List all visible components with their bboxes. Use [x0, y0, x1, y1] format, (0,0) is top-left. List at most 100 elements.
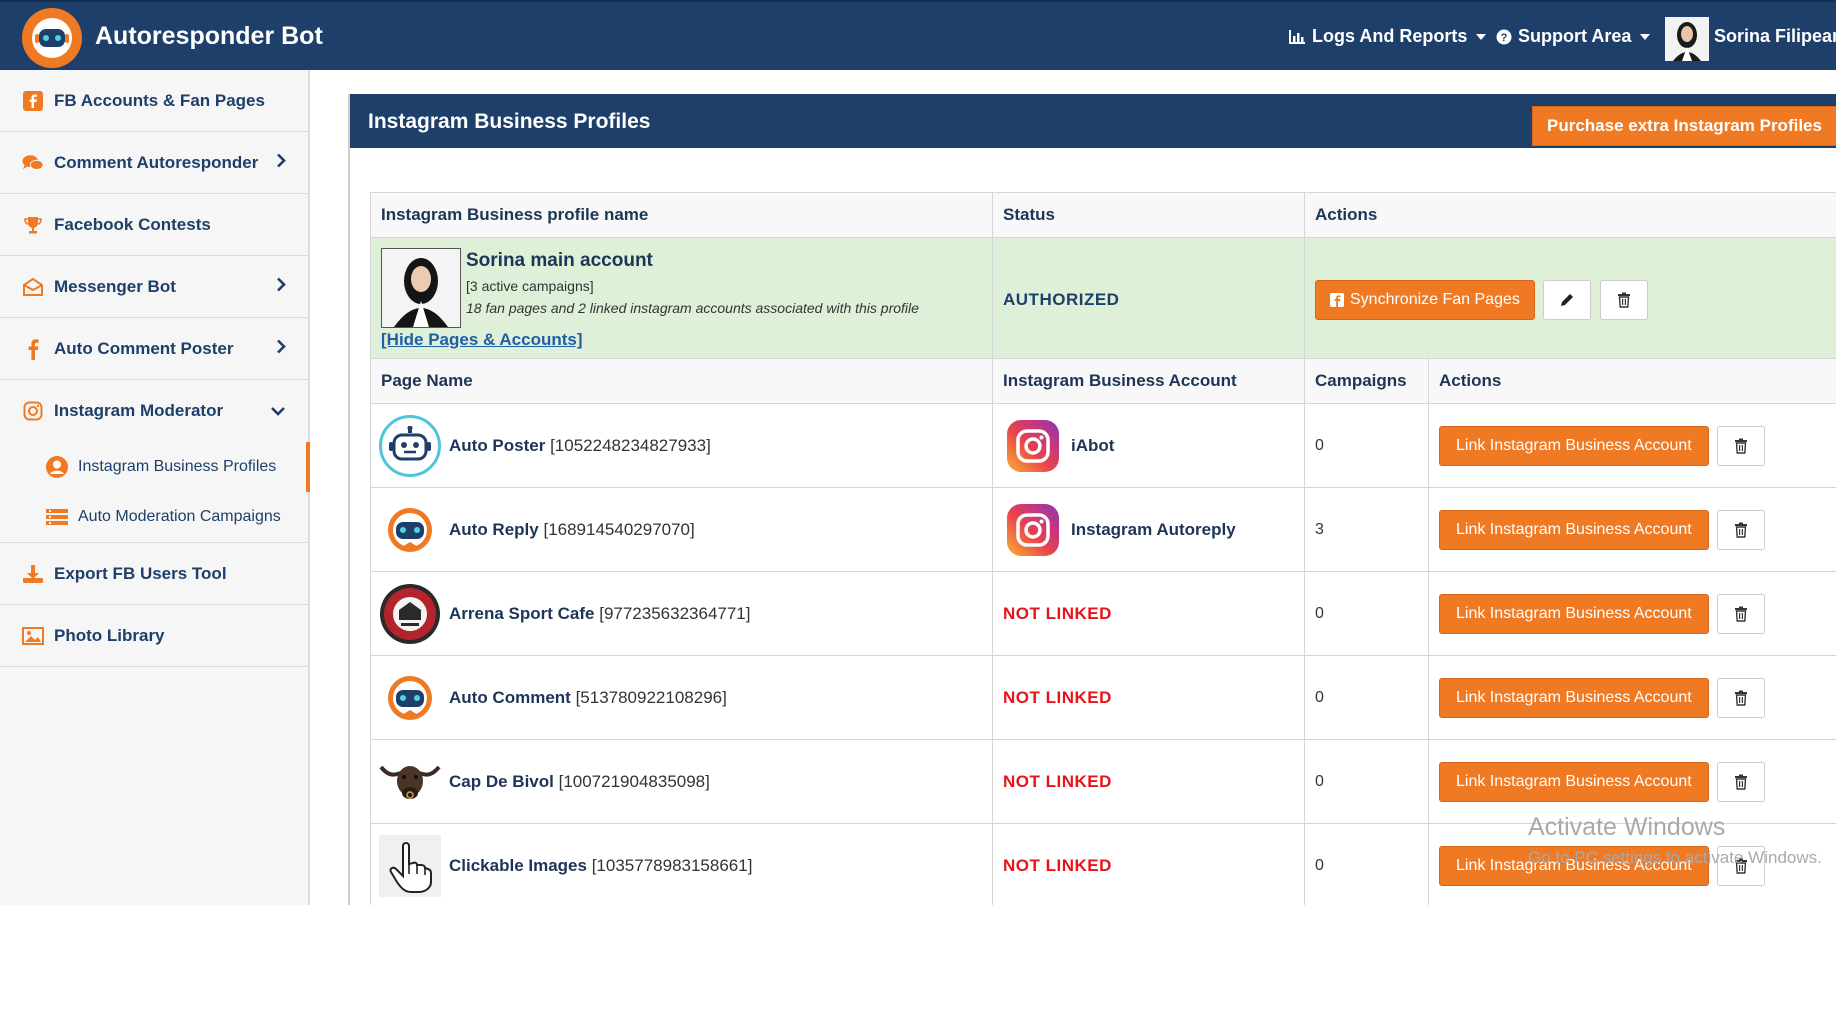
- page-name[interactable]: Clickable Images: [449, 856, 587, 875]
- page-id: [100721904835098]: [558, 771, 710, 791]
- activate-windows-subtitle: Go to PC settings to activate Windows.: [1528, 848, 1822, 867]
- link-instagram-button[interactable]: Link Instagram Business Account: [1439, 677, 1709, 718]
- sidebar-item-instagram-moderator[interactable]: Instagram Moderator: [0, 380, 308, 442]
- table-header-row: Instagram Business profile name Status A…: [370, 192, 1836, 238]
- sidebar-item-auto-comment-poster[interactable]: Auto Comment Poster: [0, 318, 308, 380]
- sync-label: Synchronize Fan Pages: [1350, 290, 1520, 308]
- column-header: Actions: [1428, 358, 1836, 404]
- svg-text:?: ?: [1501, 32, 1508, 44]
- page-name[interactable]: Auto Comment: [449, 688, 571, 707]
- delete-page-button[interactable]: [1717, 677, 1766, 718]
- campaigns-cell: 0: [1304, 571, 1429, 656]
- sidebar-item-label: Auto Comment Poster: [54, 338, 234, 358]
- ig-account-cell: NOT LINKED: [992, 571, 1305, 656]
- chevron-right-icon: [276, 152, 286, 173]
- status-badge: AUTHORIZED: [1003, 289, 1120, 309]
- sidebar-item-fb-accounts[interactable]: FB Accounts & Fan Pages: [0, 70, 308, 132]
- user-avatar[interactable]: [1665, 17, 1709, 61]
- chevron-down-icon: [270, 401, 286, 421]
- column-header: Campaigns: [1304, 358, 1429, 404]
- sidebar-item-label: Messenger Bot: [54, 276, 176, 296]
- ig-account-cell: NOT LINKED: [992, 655, 1305, 740]
- sidebar-item-label: Export FB Users Tool: [54, 563, 227, 583]
- page-name-cell: Auto Poster [1052248234827933]: [370, 403, 993, 488]
- synchronize-fan-pages-button[interactable]: Synchronize Fan Pages: [1315, 279, 1535, 320]
- trash-icon: [1735, 438, 1748, 454]
- app-title[interactable]: Autoresponder Bot: [95, 22, 323, 51]
- row-actions-cell: Link Instagram Business Account: [1428, 571, 1836, 656]
- sidebar-subitem-instagram-business-profiles[interactable]: Instagram Business Profiles: [0, 442, 310, 492]
- link-instagram-button[interactable]: Link Instagram Business Account: [1439, 425, 1709, 466]
- sidebar-item-photo-library[interactable]: Photo Library: [0, 605, 308, 667]
- not-linked-status: NOT LINKED: [1003, 771, 1112, 791]
- campaigns-cell: 0: [1304, 739, 1429, 824]
- robot-logo-icon[interactable]: [22, 8, 82, 68]
- link-instagram-button[interactable]: Link Instagram Business Account: [1439, 761, 1709, 802]
- page-name[interactable]: Auto Reply: [449, 520, 539, 539]
- comments-icon: [22, 152, 44, 174]
- profile-photo: [381, 248, 461, 328]
- logs-and-reports-label: Logs And Reports: [1312, 26, 1468, 46]
- top-bar: Autoresponder Bot Logs And Reports ? Sup…: [0, 0, 1836, 70]
- sidebar-item-export-fb-users[interactable]: Export FB Users Tool: [0, 543, 308, 605]
- instagram-moderator-submenu: Instagram Business Profiles Auto Moderat…: [0, 442, 310, 543]
- list-icon: [44, 504, 70, 530]
- delete-page-button[interactable]: [1717, 761, 1766, 802]
- panel-title: Instagram Business Profiles: [368, 110, 651, 133]
- column-header: Actions: [1304, 192, 1836, 238]
- edit-profile-button[interactable]: [1543, 279, 1592, 320]
- hide-pages-link[interactable]: [Hide Pages & Accounts]: [381, 330, 583, 350]
- column-header: Instagram Business profile name: [370, 192, 993, 238]
- sidebar: FB Accounts & Fan Pages Comment Autoresp…: [0, 70, 310, 905]
- sidebar-item-label: Comment Autoresponder: [54, 152, 259, 172]
- bar-chart-icon: [1289, 29, 1305, 44]
- bull-icon: [379, 751, 441, 813]
- page-id: [1035778983158661]: [591, 855, 753, 875]
- campaigns-cell: 0: [1304, 655, 1429, 740]
- caret-down-icon: [1640, 33, 1651, 40]
- image-icon: [22, 625, 44, 647]
- delete-profile-button[interactable]: [1599, 279, 1648, 320]
- download-icon: [22, 563, 44, 585]
- arrena-logo-icon: [379, 583, 441, 645]
- campaign-count: 0: [1315, 688, 1324, 706]
- facebook-f-icon: [22, 338, 44, 360]
- panel-header: Instagram Business Profiles Purchase ext…: [350, 94, 1836, 148]
- instagram-logo-icon: [1007, 419, 1059, 472]
- robot-icon: [379, 414, 441, 477]
- instagram-logo-icon: [1007, 503, 1059, 556]
- user-name[interactable]: Sorina Filipeanu: [1714, 26, 1836, 47]
- caret-down-icon: [1476, 33, 1487, 40]
- table-row: Auto Poster [1052248234827933] iAbot 0 L…: [370, 403, 1836, 488]
- bot-logo-icon: [379, 499, 441, 561]
- column-header: Page Name: [370, 358, 993, 404]
- support-area-menu[interactable]: ? Support Area: [1496, 26, 1651, 47]
- profile-associations: 18 fan pages and 2 linked instagram acco…: [466, 300, 919, 316]
- page-name[interactable]: Auto Poster: [449, 436, 545, 455]
- table-row: Auto Reply [168914540297070] Instagram A…: [370, 487, 1836, 572]
- profile-name-cell: Sorina main account [3 active campaigns]…: [370, 237, 993, 362]
- bot-logo-icon: [379, 667, 441, 729]
- page-name[interactable]: Arrena Sport Cafe: [449, 604, 594, 623]
- delete-page-button[interactable]: [1717, 509, 1766, 550]
- logs-and-reports-menu[interactable]: Logs And Reports: [1288, 26, 1487, 47]
- chevron-right-icon: [276, 338, 286, 359]
- table-row: Auto Comment [513780922108296] NOT LINKE…: [370, 655, 1836, 740]
- pencil-icon: [1561, 293, 1574, 306]
- page-name[interactable]: Cap De Bivol: [449, 772, 554, 791]
- not-linked-status: NOT LINKED: [1003, 603, 1112, 623]
- sidebar-item-facebook-contests[interactable]: Facebook Contests: [0, 194, 308, 256]
- delete-page-button[interactable]: [1717, 593, 1766, 634]
- purchase-profiles-button[interactable]: Purchase extra Instagram Profiles: [1532, 106, 1836, 146]
- not-linked-status: NOT LINKED: [1003, 855, 1112, 875]
- envelope-open-icon: [22, 276, 44, 298]
- trash-icon: [1735, 522, 1748, 538]
- sidebar-item-messenger-bot[interactable]: Messenger Bot: [0, 256, 308, 318]
- campaigns-cell: 3: [1304, 487, 1429, 572]
- sidebar-subitem-auto-moderation-campaigns[interactable]: Auto Moderation Campaigns: [0, 492, 308, 542]
- link-instagram-button[interactable]: Link Instagram Business Account: [1439, 509, 1709, 550]
- link-instagram-button[interactable]: Link Instagram Business Account: [1439, 593, 1709, 634]
- sidebar-item-comment-autoresponder[interactable]: Comment Autoresponder: [0, 132, 308, 194]
- trophy-icon: [22, 214, 44, 236]
- delete-page-button[interactable]: [1717, 425, 1766, 466]
